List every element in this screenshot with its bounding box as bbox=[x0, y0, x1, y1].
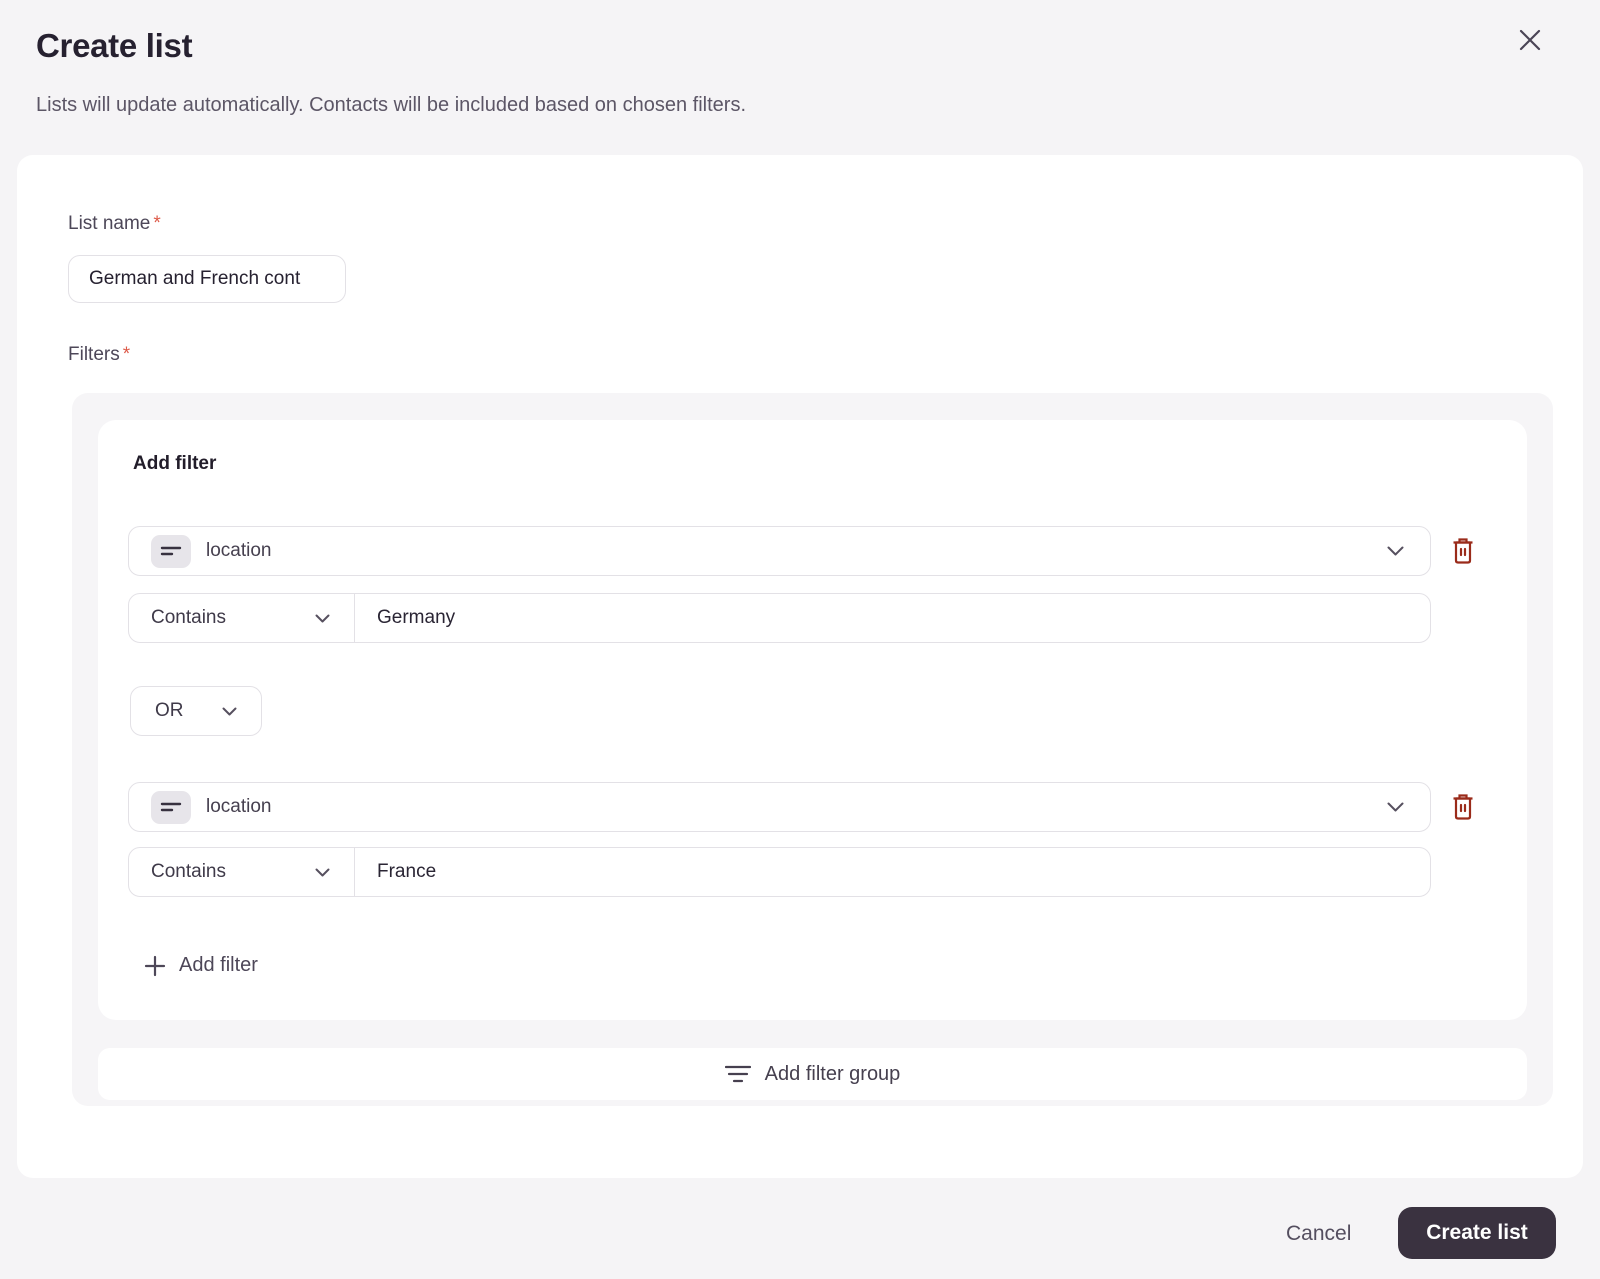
trash-icon bbox=[1450, 537, 1476, 565]
chevron-down-icon bbox=[1387, 546, 1404, 556]
list-name-label-text: List name bbox=[68, 213, 151, 234]
filter-card: Add filter location Contains Germany OR … bbox=[98, 420, 1527, 1020]
add-filter-button[interactable]: Add filter bbox=[140, 948, 262, 983]
logic-operator-select[interactable]: OR bbox=[130, 686, 262, 736]
required-asterisk: * bbox=[122, 344, 131, 365]
operator-value: Contains bbox=[151, 607, 226, 628]
filter-condition-row: Contains bbox=[128, 847, 1431, 897]
close-button[interactable] bbox=[1510, 20, 1550, 60]
filter-value-input[interactable] bbox=[355, 848, 1430, 896]
required-asterisk: * bbox=[153, 213, 161, 234]
chevron-down-icon bbox=[315, 614, 330, 623]
add-filter-group-label: Add filter group bbox=[764, 1062, 901, 1085]
filters-label-text: Filters bbox=[68, 344, 120, 365]
filter-value-input[interactable] bbox=[355, 594, 1430, 642]
cancel-button[interactable]: Cancel bbox=[1272, 1212, 1365, 1256]
operator-select[interactable]: Contains bbox=[129, 848, 355, 896]
operator-value: Contains bbox=[151, 861, 226, 882]
filter-group-container: Add filter location Contains Germany OR … bbox=[72, 393, 1553, 1106]
filter-field-select[interactable]: location bbox=[128, 782, 1431, 832]
logic-operator-value: OR bbox=[155, 700, 184, 721]
delete-filter-button[interactable] bbox=[1450, 793, 1476, 821]
filters-label: Filters * bbox=[68, 344, 130, 366]
chevron-down-icon bbox=[1387, 802, 1404, 812]
add-filter-group-button[interactable]: Add filter group bbox=[98, 1048, 1527, 1100]
text-lines-icon bbox=[151, 790, 191, 824]
filter-field-value: location bbox=[206, 796, 272, 817]
filter-lines-icon bbox=[724, 1065, 751, 1083]
create-list-button[interactable]: Create list bbox=[1398, 1207, 1556, 1259]
filter-card-heading: Add filter bbox=[133, 453, 217, 474]
dialog-body-card: List name* Filters* Add filter location bbox=[17, 155, 1583, 1178]
list-name-input[interactable] bbox=[68, 255, 346, 303]
chevron-down-icon bbox=[315, 868, 330, 877]
delete-filter-button[interactable] bbox=[1450, 537, 1476, 565]
x-icon bbox=[1516, 26, 1544, 54]
filter-field-select[interactable]: location bbox=[128, 526, 1431, 576]
add-filter-label: Add filter bbox=[179, 954, 258, 976]
text-lines-icon bbox=[151, 534, 191, 568]
dialog-title: Create list bbox=[36, 27, 193, 64]
operator-select[interactable]: Contains bbox=[129, 594, 355, 642]
chevron-down-icon bbox=[222, 707, 237, 716]
trash-icon bbox=[1450, 793, 1476, 821]
dialog-subtitle: Lists will update automatically. Contact… bbox=[36, 94, 746, 116]
list-name-label: List name * bbox=[68, 213, 161, 235]
plus-icon bbox=[144, 955, 166, 977]
filter-condition-row: Contains bbox=[128, 593, 1431, 643]
filter-field-value: location bbox=[206, 540, 272, 561]
